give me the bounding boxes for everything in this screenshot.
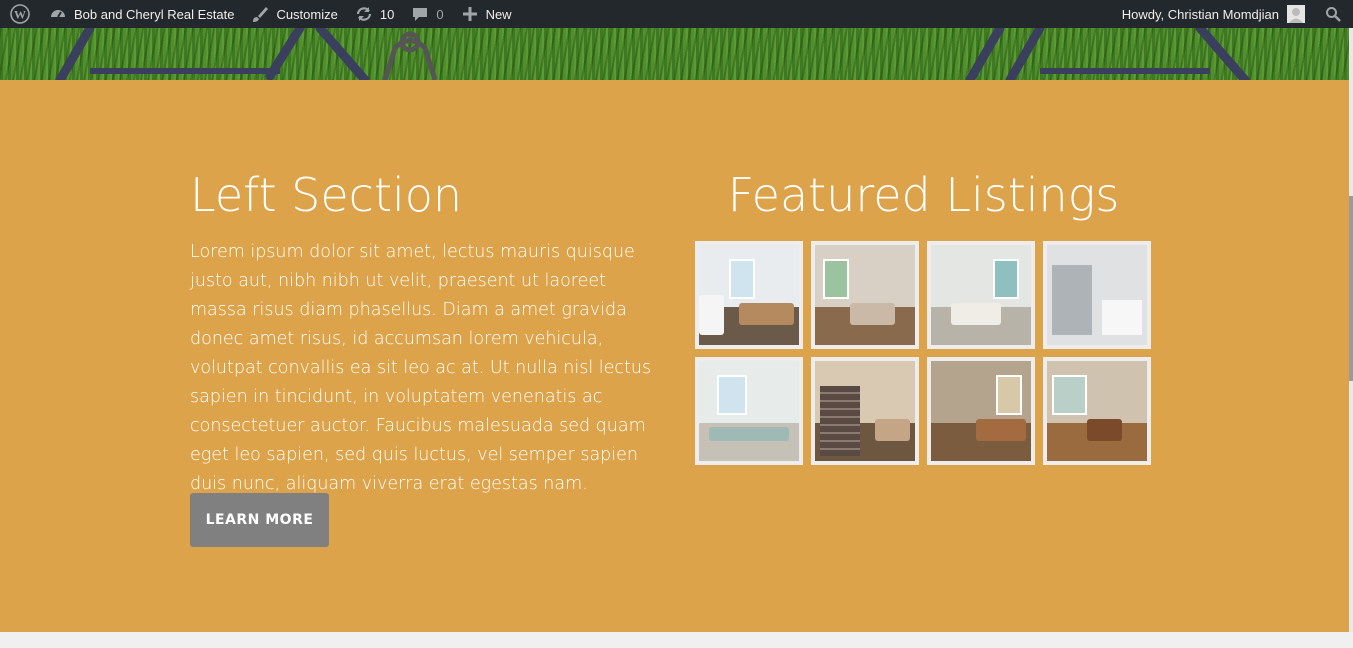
dashboard-icon bbox=[48, 4, 68, 24]
site-name: Bob and Cheryl Real Estate bbox=[74, 6, 235, 22]
plus-icon bbox=[460, 4, 480, 24]
updates-link[interactable]: 10 bbox=[346, 0, 402, 28]
left-section-title: Left Section bbox=[190, 168, 463, 222]
updates-icon bbox=[354, 4, 374, 24]
listing-thumbnail-dining-room[interactable] bbox=[1043, 357, 1151, 465]
page-scrollbar[interactable] bbox=[1349, 28, 1353, 632]
listing-thumbnail-family-room[interactable] bbox=[927, 357, 1035, 465]
customize-label: Customize bbox=[276, 6, 338, 22]
listing-thumbnail-stairs[interactable] bbox=[811, 357, 919, 465]
wordpress-logo-button[interactable]: W bbox=[0, 0, 40, 28]
comments-link[interactable]: 0 bbox=[402, 0, 451, 28]
learn-more-button[interactable]: LEARN MORE bbox=[190, 493, 329, 547]
site-name-link[interactable]: Bob and Cheryl Real Estate bbox=[40, 0, 242, 28]
hero-image bbox=[0, 28, 1353, 80]
brush-icon bbox=[250, 4, 270, 24]
footer-strip bbox=[0, 632, 1353, 648]
listing-thumbnail-kitchen[interactable] bbox=[695, 241, 803, 349]
svg-text:W: W bbox=[14, 8, 26, 22]
search-icon bbox=[1326, 7, 1341, 22]
comment-icon bbox=[410, 4, 430, 24]
new-label: New bbox=[485, 6, 512, 22]
account-menu[interactable]: Howdy, Christian Momdjian bbox=[1114, 0, 1313, 28]
scrollbar-thumb[interactable] bbox=[1349, 196, 1353, 381]
featured-listings-title: Featured Listings bbox=[727, 168, 1120, 222]
listing-thumbnail-staircase-living[interactable] bbox=[927, 241, 1035, 349]
updates-count: 10 bbox=[379, 6, 395, 22]
greeting-text: Howdy, Christian Momdjian bbox=[1121, 6, 1279, 22]
listing-thumbnail-living-room[interactable] bbox=[811, 241, 919, 349]
left-section-body: Lorem ipsum dolor sit amet, lectus mauri… bbox=[190, 242, 652, 494]
avatar bbox=[1287, 5, 1305, 23]
listing-thumbnail-fridge[interactable] bbox=[1043, 241, 1151, 349]
content-section: Left Section Lorem ipsum dolor sit amet,… bbox=[0, 80, 1349, 632]
search-button[interactable] bbox=[1313, 0, 1353, 28]
comments-count: 0 bbox=[436, 6, 444, 22]
customize-link[interactable]: Customize bbox=[242, 0, 345, 28]
listing-thumbnail-sunroom[interactable] bbox=[695, 357, 803, 465]
lounge-chairs-illustration bbox=[55, 28, 1250, 80]
new-content-link[interactable]: New bbox=[452, 0, 520, 28]
listing-gallery bbox=[695, 241, 1155, 465]
wordpress-icon: W bbox=[10, 4, 30, 24]
admin-bar: W Bob and Cheryl Real Estate Customize 1… bbox=[0, 0, 1353, 28]
